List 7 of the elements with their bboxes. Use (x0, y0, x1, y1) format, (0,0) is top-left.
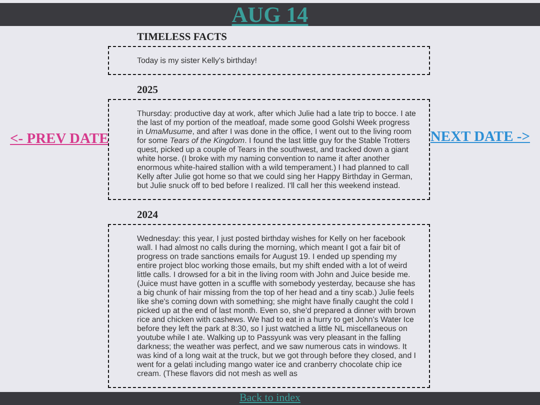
section-heading: TIMELESS FACTS (136, 32, 228, 44)
section-heading: 2024 (136, 210, 159, 222)
back-to-index-link[interactable]: Back to index (239, 392, 301, 405)
next-date-link[interactable]: NEXT DATE -> (430, 127, 530, 392)
prev-date-link[interactable]: <- PREV DATE (10, 131, 109, 147)
date-title-link[interactable]: AUG 14 (232, 3, 308, 26)
section-heading: 2025 (136, 85, 159, 97)
